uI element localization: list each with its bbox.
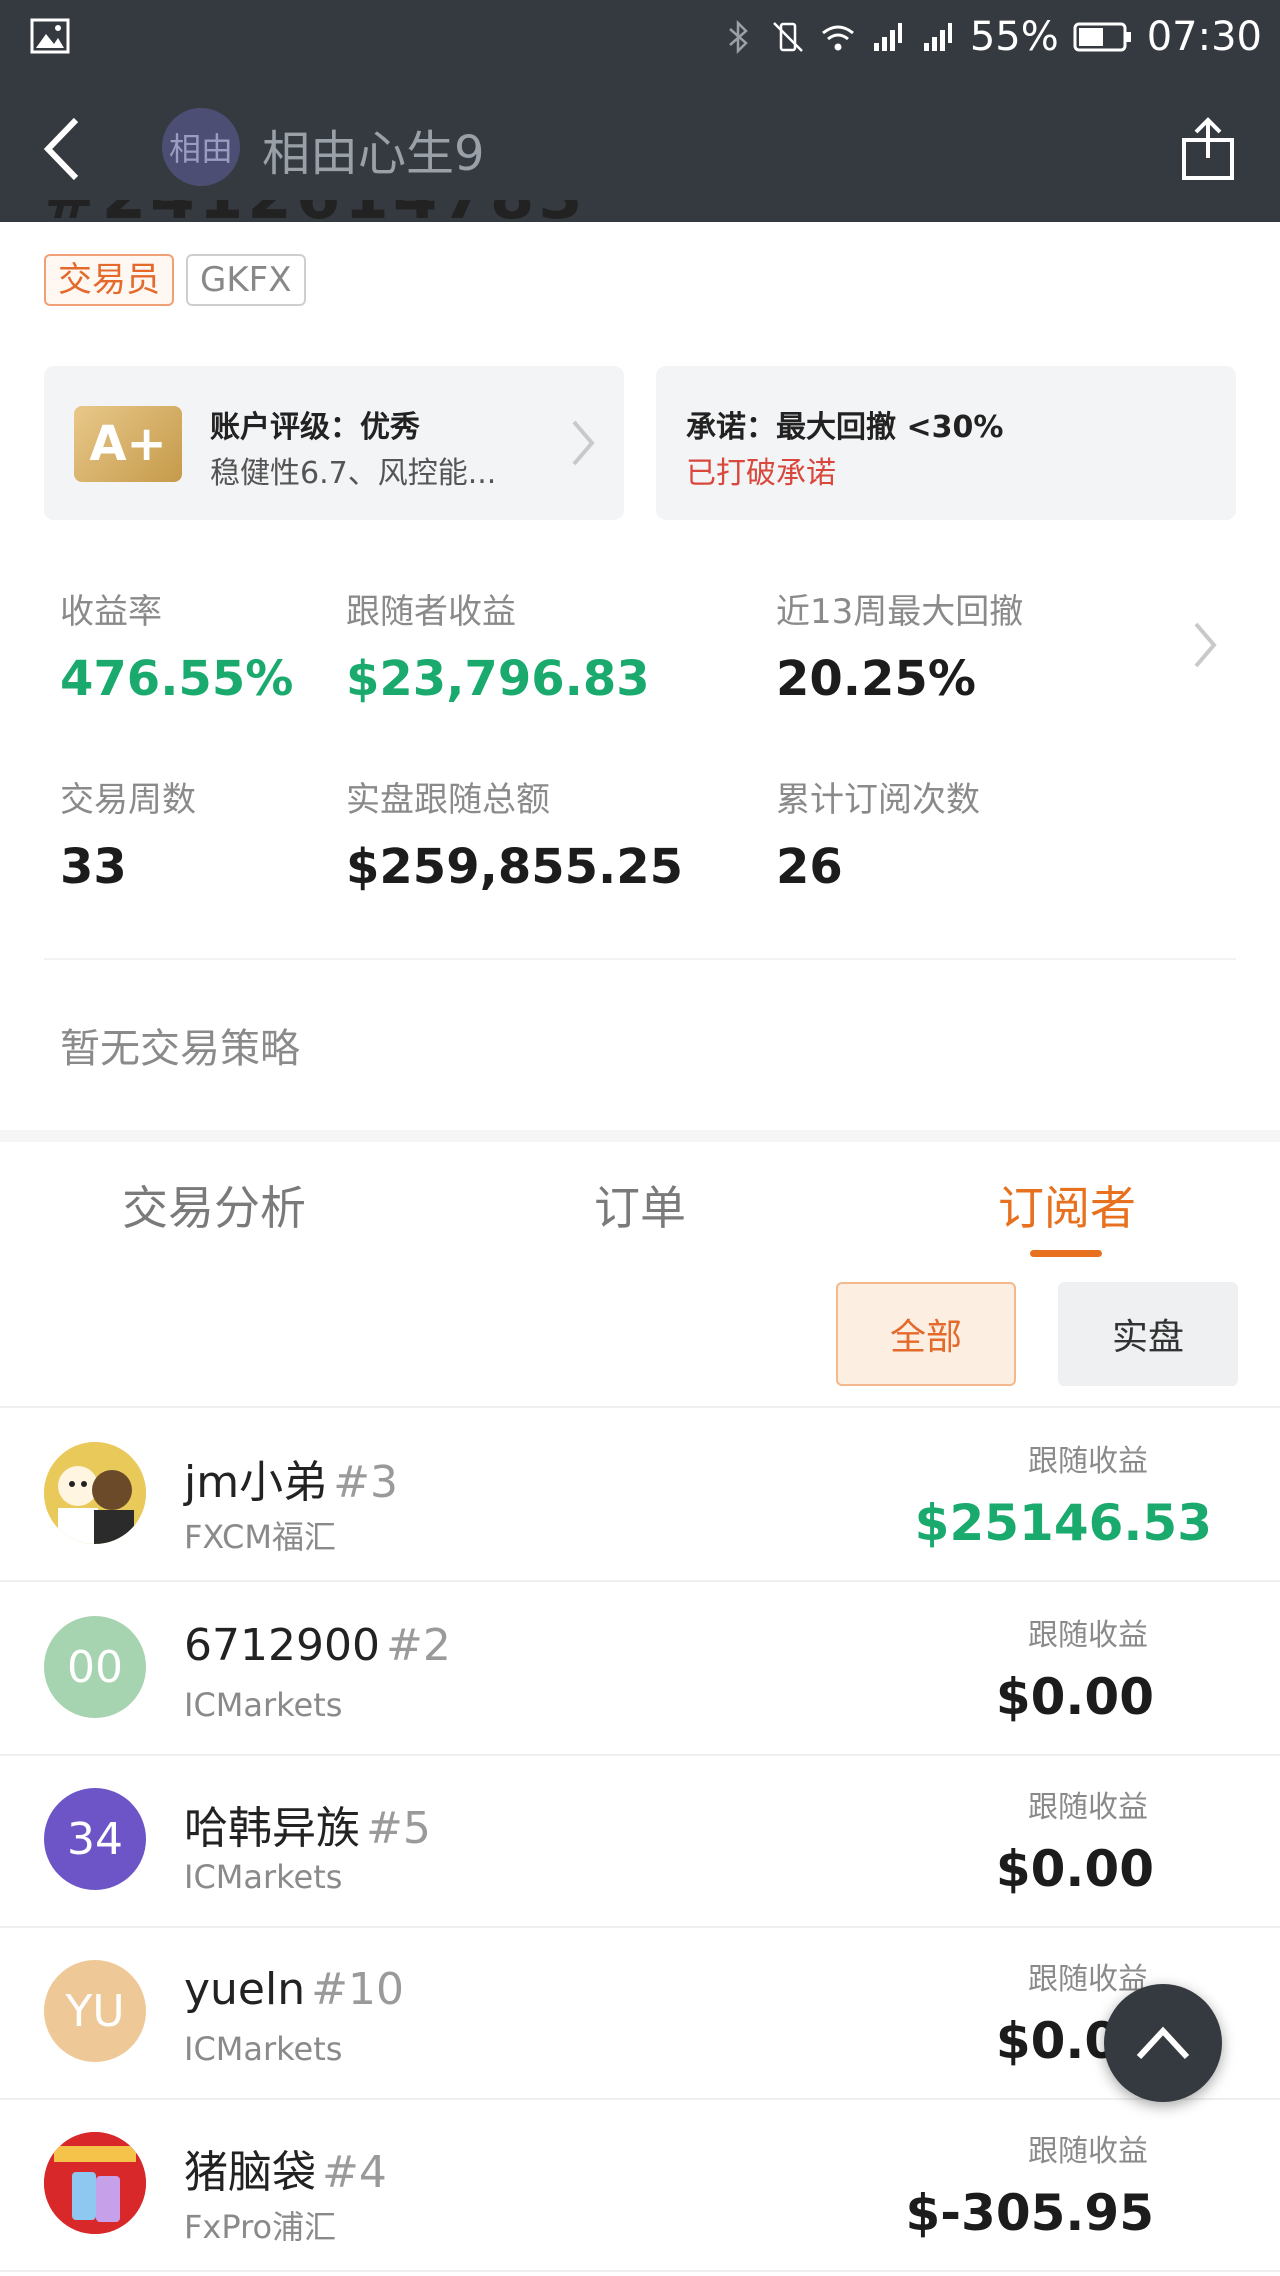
stat-subscription-count: 累计订阅次数 26 <box>776 780 980 895</box>
rating-badge: A+ <box>74 406 182 482</box>
subscriber-name: 猪脑袋 #4 <box>184 2147 387 2198</box>
clock: 07:30 <box>1146 14 1262 60</box>
stat-max-drawdown[interactable]: 近13周最大回撤 20.25% <box>776 584 1023 707</box>
subscriber-broker: FXCM福汇 <box>184 1518 336 1556</box>
subscriber-row[interactable]: jm小弟 #3 FXCM福汇 跟随收益 $25146.53 <box>0 1408 1280 1582</box>
subscriber-name: 哈韩异族 #5 <box>184 1803 431 1854</box>
vibrate-off-icon <box>772 22 803 52</box>
divider <box>44 958 1236 960</box>
subscriber-broker: ICMarkets <box>184 1858 343 1896</box>
trader-tags: 交易员 GKFX <box>44 254 306 306</box>
tab-trade-analysis[interactable]: 交易分析 <box>122 1172 306 1238</box>
chevron-right-icon[interactable] <box>1190 618 1220 672</box>
tag-trader: 交易员 <box>44 254 174 306</box>
rating-subtitle: 稳健性6.7、风控能... <box>210 456 497 491</box>
subscriber-name: jm小弟 #3 <box>184 1457 398 1508</box>
subscriber-profit: $-305.95 <box>905 2184 1155 2242</box>
promise-card: 承诺：最大回撤 <30% 已打破承诺 <box>656 366 1236 520</box>
subscriber-row[interactable]: 34 哈韩异族 #5 ICMarkets 跟随收益 $0.00 <box>0 1754 1280 1928</box>
filter-real-button[interactable]: 实盘 <box>1058 1282 1238 1386</box>
subscriber-profit: $0.00 <box>995 1668 1154 1726</box>
image-notification-icon <box>30 18 70 54</box>
active-tab-indicator <box>1030 1250 1102 1257</box>
profit-label: 跟随收益 <box>1028 1618 1148 1653</box>
chevron-up-icon <box>1136 2026 1190 2060</box>
promo-avatar-icon <box>44 2132 146 2234</box>
subscriber-profit: $25146.53 <box>914 1494 1212 1552</box>
bluetooth-icon <box>728 19 748 55</box>
subscriber-row[interactable]: YU yueln #10 ICMarkets 跟随收益 $0.00 <box>0 1926 1280 2100</box>
share-icon[interactable] <box>1178 116 1238 182</box>
avatar <box>44 1442 146 1544</box>
stat-trading-weeks: 交易周数 33 <box>60 780 196 895</box>
tab-subscribers[interactable]: 订阅者 <box>998 1172 1136 1238</box>
trader-avatar[interactable]: 相由 <box>162 108 240 186</box>
rating-card[interactable]: A+ 账户评级：优秀 稳健性6.7、风控能... <box>44 366 624 520</box>
avatar <box>44 2132 146 2234</box>
avatar: YU <box>44 1960 146 2062</box>
wifi-icon <box>821 25 854 51</box>
battery-percent: 55% <box>969 14 1059 60</box>
avatar: 00 <box>44 1616 146 1718</box>
chevron-right-icon <box>572 420 595 466</box>
promise-status: 已打破承诺 <box>686 456 836 491</box>
tag-broker: GKFX <box>186 254 306 306</box>
subscriber-row[interactable]: 猪脑袋 #4 FxPro浦汇 跟随收益 $-305.95 <box>0 2098 1280 2272</box>
subscriber-broker: ICMarkets <box>184 1686 343 1724</box>
profit-label: 跟随收益 <box>1028 1444 1148 1479</box>
back-arrow-icon[interactable] <box>36 114 96 184</box>
status-bar: 55% 07:30 <box>0 0 1280 74</box>
scroll-to-top-button[interactable] <box>1104 1984 1222 2102</box>
battery-icon <box>1073 22 1131 52</box>
signal-icon <box>873 23 902 51</box>
tab-orders[interactable]: 订单 <box>594 1172 686 1238</box>
subscriber-name: 6712900 #2 <box>184 1620 451 1671</box>
profit-label: 跟随收益 <box>1028 2134 1148 2169</box>
subscriber-name: yueln #10 <box>184 1964 404 2015</box>
account-number: #2412614783 <box>44 200 644 224</box>
promise-title: 承诺：最大回撤 <30% <box>686 410 1004 445</box>
strategy-text: 暂无交易策略 <box>60 1026 300 1072</box>
stat-return-rate: 收益率 476.55% <box>60 592 294 707</box>
section-separator <box>0 1130 1280 1142</box>
stat-follower-profit: 跟随者收益 $23,796.83 <box>346 592 650 707</box>
rating-title: 账户评级：优秀 <box>210 410 420 445</box>
subscriber-row[interactable]: 00 6712900 #2 ICMarkets 跟随收益 $0.00 <box>0 1582 1280 1756</box>
page-title: 相由心生9 <box>262 126 485 182</box>
subscriber-profit: $0.00 <box>995 1840 1154 1898</box>
avatar: 34 <box>44 1788 146 1890</box>
subscriber-broker: FxPro浦汇 <box>184 2208 337 2246</box>
filter-all-button[interactable]: 全部 <box>836 1282 1016 1386</box>
stat-total-follow-amount: 实盘跟随总额 $259,855.25 <box>346 780 684 895</box>
cartoon-avatar-icon <box>44 1442 146 1544</box>
subscriber-broker: ICMarkets <box>184 2030 343 2068</box>
signal-icon-2 <box>923 23 952 51</box>
profit-label: 跟随收益 <box>1028 1790 1148 1825</box>
profit-label: 跟随收益 <box>1028 1962 1148 1997</box>
